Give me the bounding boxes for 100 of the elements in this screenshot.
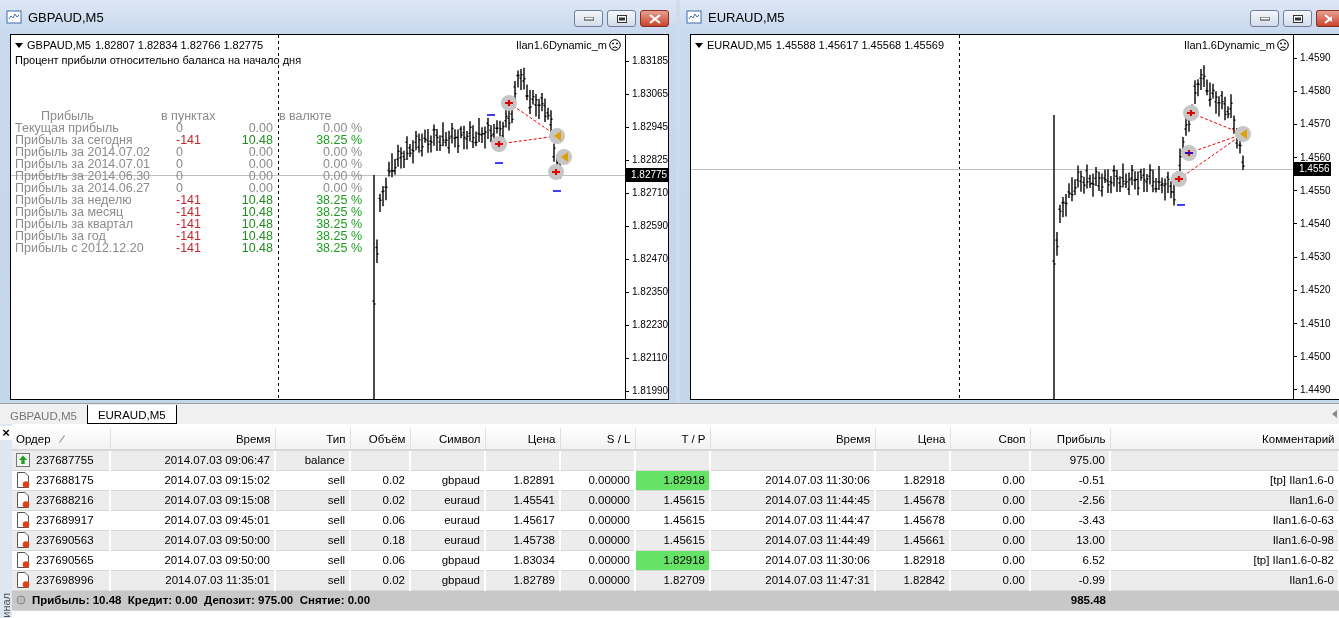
column-header[interactable]: Время xyxy=(235,432,271,445)
dropdown-caret-icon[interactable] xyxy=(15,42,23,48)
price-label: 1.81990 xyxy=(632,384,669,398)
minimize-button[interactable] xyxy=(574,10,603,27)
money-value: 0.00 xyxy=(247,170,273,182)
column-header: в пунктах xyxy=(161,110,217,122)
order-number: 237690565 xyxy=(36,554,94,566)
money-value: 0.00 xyxy=(247,182,273,194)
percent-value: 0.00 % xyxy=(322,122,362,134)
order-number: 237689917 xyxy=(36,514,94,526)
expert-name: Ilan1.6Dynamic_m xyxy=(515,39,607,51)
restore-icon xyxy=(616,14,627,23)
column-header[interactable]: Комментарий xyxy=(1262,432,1335,445)
minimize-icon xyxy=(1259,16,1270,21)
column-header[interactable]: Время xyxy=(835,432,871,445)
report-label: Прибыль за 2014.07.01 xyxy=(15,158,152,170)
money-value: 0.00 xyxy=(247,146,273,158)
report-label: Прибыль за неделю xyxy=(15,194,133,206)
report-label: Прибыль за 2014.07.02 xyxy=(15,146,152,158)
chart-tab[interactable]: GBPAUD,M5 xyxy=(0,405,87,424)
report-label: Текущая прибыль xyxy=(15,122,120,134)
price-label: 1.4520 xyxy=(1300,283,1331,298)
chart-tab[interactable]: EURAUD,M5 xyxy=(86,405,177,424)
scroll-left-icon[interactable] xyxy=(1332,410,1337,418)
price-label: 1.82350 xyxy=(632,285,669,299)
chart-symbol: EURAUD,M5 xyxy=(707,39,772,51)
money-value: 10.48 xyxy=(240,242,273,254)
money-value: 10.48 xyxy=(240,218,273,230)
account-summary: Прибыль: 10.48 Кредит: 0.00 Депозит: 975.00 Снятие: 0.00 xyxy=(32,594,371,606)
price-label: 1.4570 xyxy=(1300,117,1331,132)
price-label: 1.4530 xyxy=(1300,250,1331,265)
total-profit: 985.48 xyxy=(1030,590,1110,610)
minimize-icon xyxy=(583,16,594,21)
status-dot-icon xyxy=(16,595,26,605)
percent-value: 38.25 % xyxy=(315,194,362,206)
panel-title: инал xyxy=(0,592,12,618)
report-label: Прибыль с 2012.12.20 xyxy=(15,242,145,254)
close-icon xyxy=(648,13,661,24)
points-value: -141 xyxy=(176,206,203,218)
order-number: 237698996 xyxy=(36,574,94,586)
price-label: 1.4550 xyxy=(1300,183,1331,198)
price-label: 1.4540 xyxy=(1300,216,1331,231)
price-label: 1.4580 xyxy=(1300,84,1331,99)
money-value: 0.00 xyxy=(247,158,273,170)
order-number: 237690563 xyxy=(36,534,94,546)
percent-value: 38.25 % xyxy=(315,230,362,242)
chart-subtitle: Процент прибыли относительно баланса на начало дня xyxy=(14,53,303,66)
report-label: Прибыль за год xyxy=(15,230,106,242)
sad-smiley-icon xyxy=(1277,39,1289,51)
minimize-button[interactable] xyxy=(1250,10,1279,27)
points-value: 0 xyxy=(176,158,184,170)
maximize-button[interactable] xyxy=(607,10,636,27)
price-label: 1.82590 xyxy=(632,219,669,233)
current-price-label: 1.4556 xyxy=(1294,162,1331,176)
close-icon xyxy=(1324,13,1332,24)
restore-icon xyxy=(1292,14,1303,23)
close-panel-button[interactable]: × xyxy=(0,426,12,440)
points-value: -141 xyxy=(176,230,203,242)
maximize-button[interactable] xyxy=(1283,10,1312,27)
points-value: -141 xyxy=(176,194,203,206)
points-value: -141 xyxy=(176,218,203,230)
chart-quotes: 1.45588 1.45617 1.45568 1.45569 xyxy=(775,39,944,51)
column-header: Прибыль xyxy=(40,110,94,122)
price-label: 1.4500 xyxy=(1300,349,1331,364)
percent-value: 38.25 % xyxy=(315,218,362,230)
price-label: 1.4590 xyxy=(1300,51,1331,65)
price-label: 1.82825 xyxy=(632,153,669,167)
column-header: в валюте xyxy=(279,110,332,122)
order-number: 237687755 xyxy=(36,454,94,467)
close-button[interactable] xyxy=(640,10,669,27)
points-value: 0 xyxy=(176,182,184,194)
order-number: 237688216 xyxy=(36,494,94,506)
price-label: 1.4510 xyxy=(1300,316,1331,331)
chart-symbol: GBPAUD,M5 xyxy=(27,39,91,51)
report-label: Прибыль за 2014.06.27 xyxy=(15,182,152,194)
points-value: 0 xyxy=(176,146,184,158)
price-label: 1.82710 xyxy=(632,186,669,200)
money-value: 10.48 xyxy=(240,194,273,206)
column-header[interactable]: S / L xyxy=(606,432,631,445)
sad-smiley-icon xyxy=(609,39,621,51)
chart-quotes: 1.82807 1.82834 1.82766 1.82775 xyxy=(95,39,264,51)
percent-value: 0.00 % xyxy=(322,158,362,170)
price-label: 1.82945 xyxy=(632,120,669,134)
price-label: 1.82470 xyxy=(632,252,669,266)
window-title: EURAUD,M5 xyxy=(708,9,786,25)
chart-window-icon xyxy=(686,9,702,25)
points-value: 0 xyxy=(176,122,183,134)
column-header[interactable]: T / P xyxy=(681,432,706,445)
expert-name: Ilan1.6Dynamic_m xyxy=(1183,39,1275,51)
column-header[interactable]: Тип xyxy=(326,432,346,445)
current-price-label: 1.82775 xyxy=(626,168,669,182)
report-label: Прибыль за 2014.06.30 xyxy=(15,170,152,182)
report-label: Прибыль за сегодня xyxy=(15,134,134,146)
price-label: 1.83185 xyxy=(632,54,669,68)
dropdown-caret-icon[interactable] xyxy=(695,42,703,48)
close-button[interactable] xyxy=(1316,10,1339,27)
percent-value: 38.25 % xyxy=(315,134,362,146)
money-value: 10.48 xyxy=(240,230,273,242)
price-label: 1.82230 xyxy=(632,318,669,332)
money-value: 10.48 xyxy=(240,206,273,218)
